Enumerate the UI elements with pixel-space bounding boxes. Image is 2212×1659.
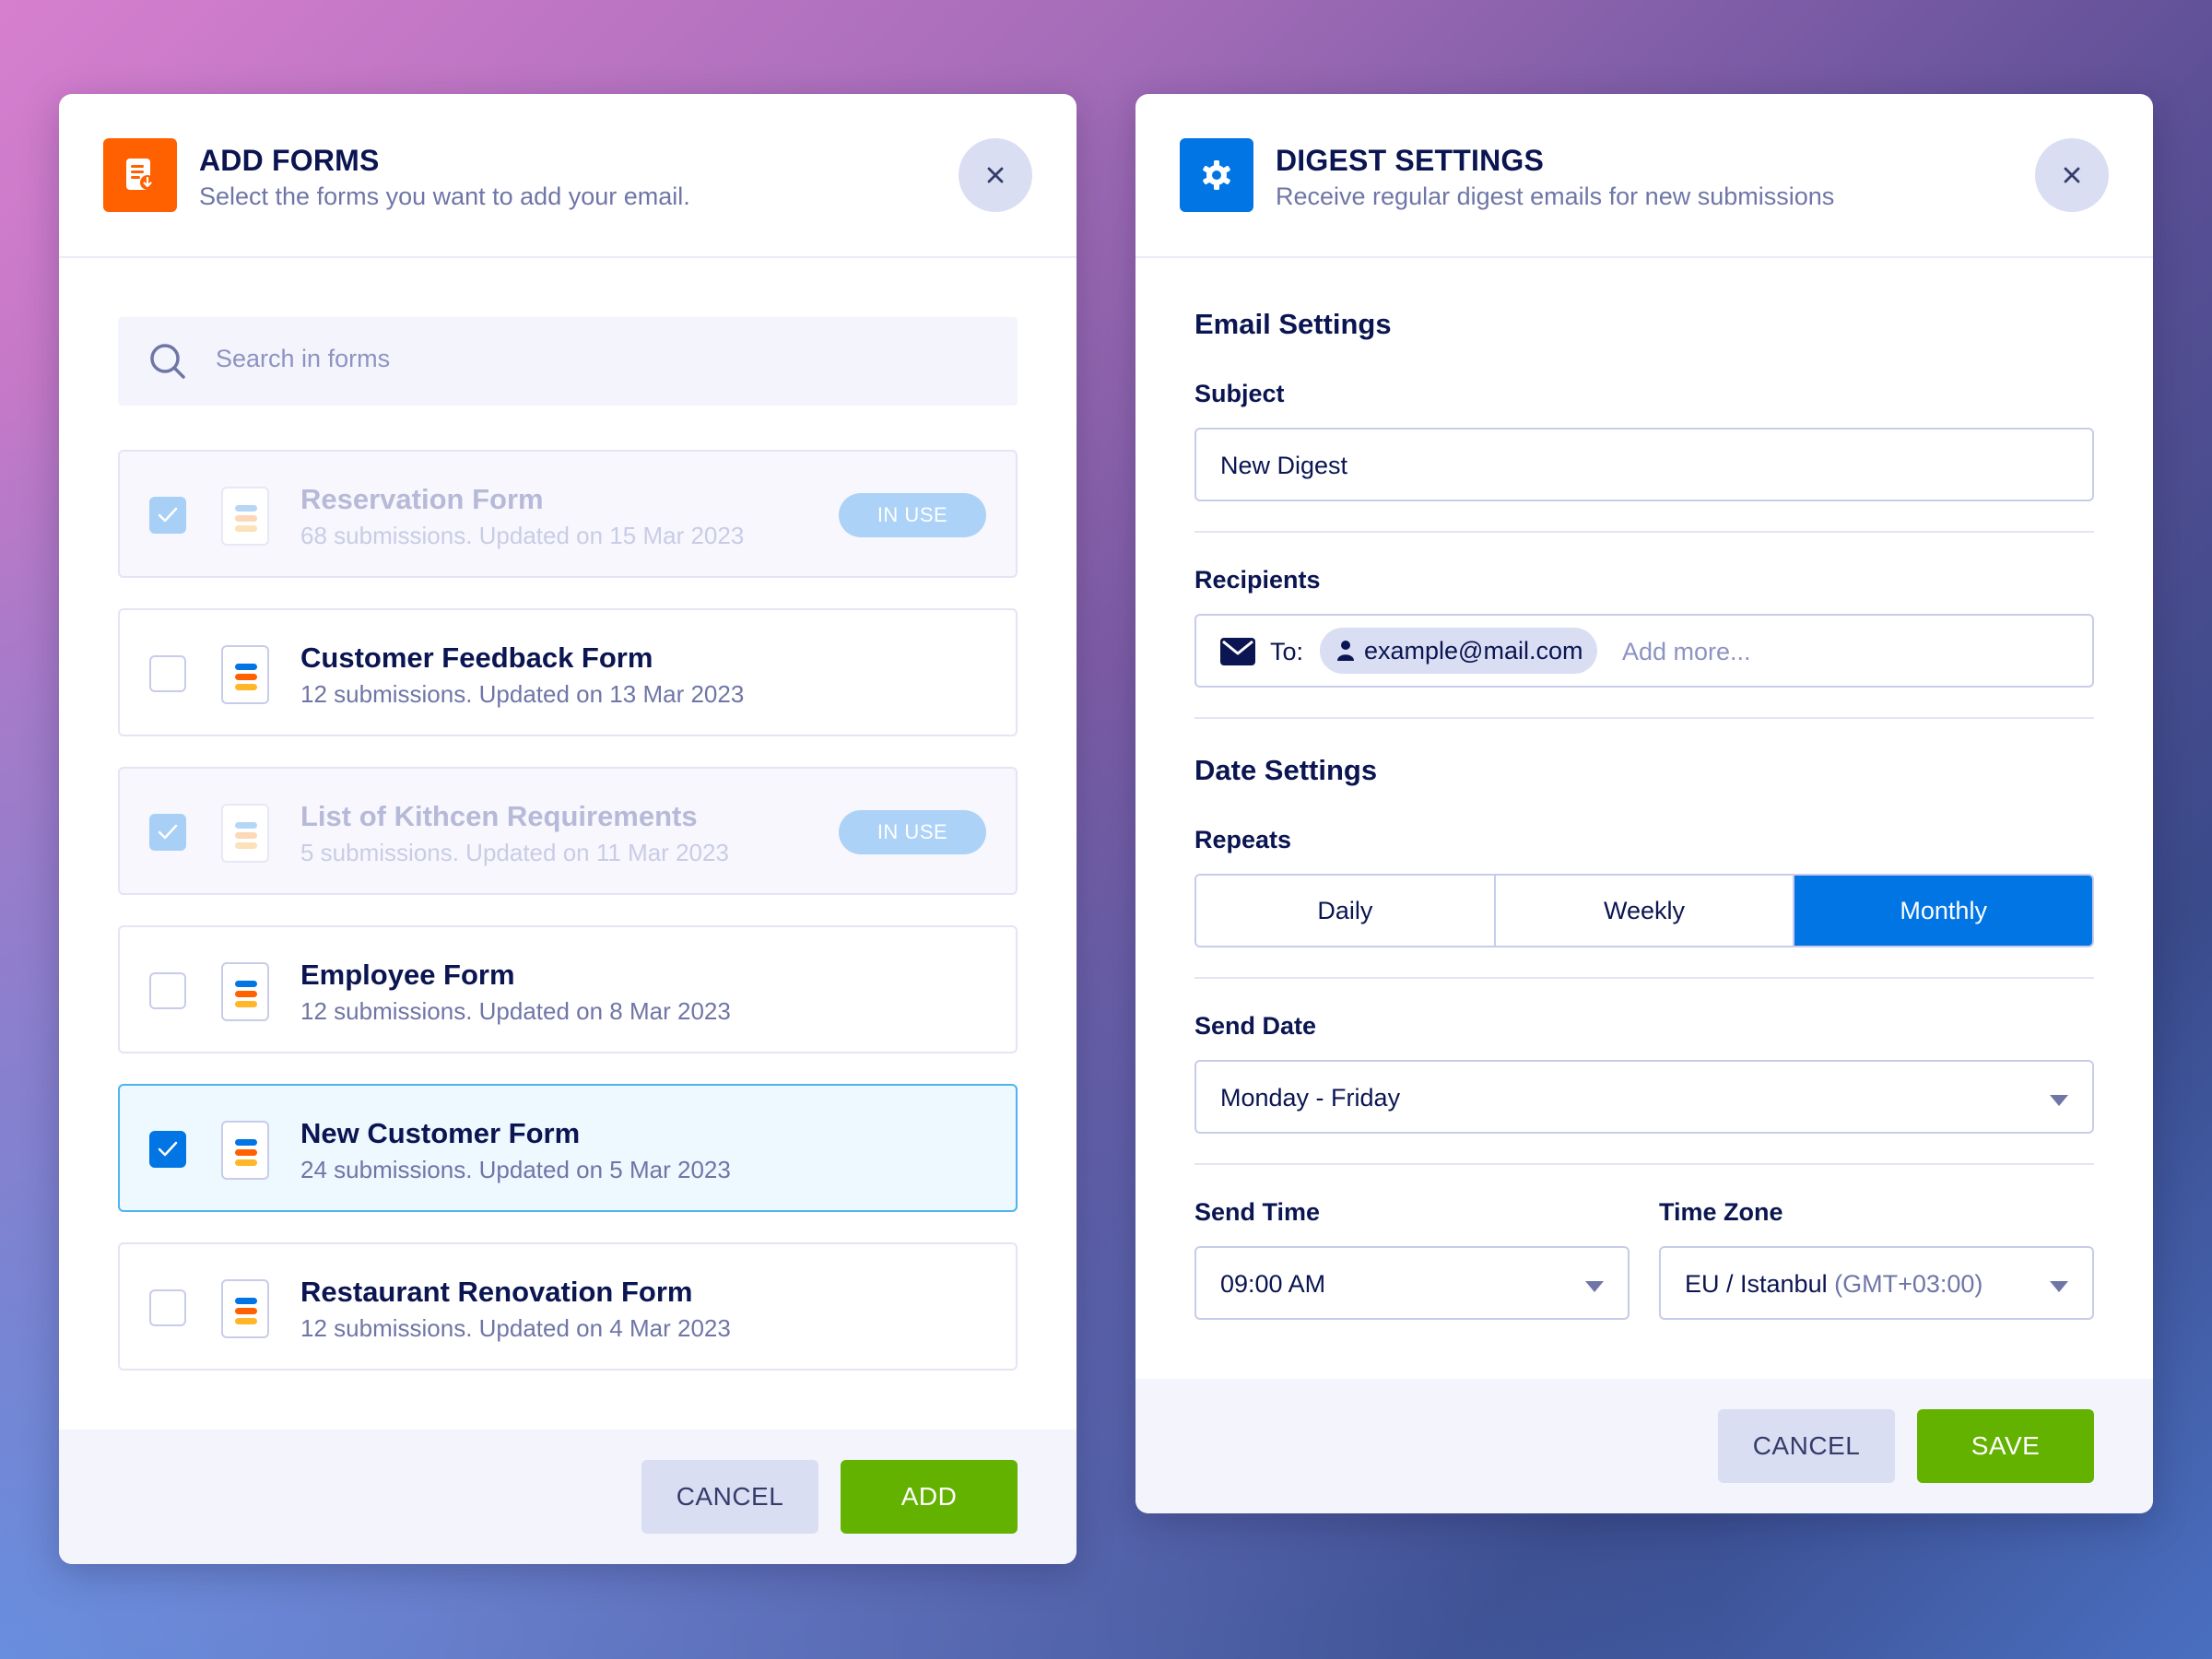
subject-value: New Digest — [1220, 452, 1348, 479]
search-bar[interactable] — [118, 317, 1018, 406]
time-zone-offset: (GMT+03:00) — [1834, 1270, 1983, 1298]
form-name: Reservation Form — [300, 483, 544, 515]
form-meta: 12 submissions. Updated on 8 Mar 2023 — [300, 997, 731, 1025]
form-name: List of Kithcen Requirements — [300, 800, 698, 832]
add-recipient-input[interactable] — [1622, 638, 2065, 666]
chevron-down-icon — [2050, 1095, 2068, 1106]
chevron-down-icon — [1585, 1281, 1604, 1292]
form-name: Restaurant Renovation Form — [300, 1276, 693, 1308]
recipients-label: Recipients — [1194, 566, 1321, 594]
form-icon — [221, 487, 269, 546]
checkbox — [149, 814, 186, 851]
modal-subtitle: Receive regular digest emails for new su… — [1276, 182, 1835, 210]
send-time-dropdown[interactable]: 09:00 AM — [1194, 1246, 1630, 1320]
close-icon — [2064, 167, 2080, 183]
send-date-label: Send Date — [1194, 1012, 1317, 1040]
checkbox[interactable] — [149, 1289, 186, 1326]
chevron-down-icon — [2050, 1281, 2068, 1292]
in-use-badge: IN USE — [839, 493, 986, 537]
gear-icon — [1180, 138, 1253, 212]
time-zone-value: EU / Istanbul (GMT+03:00) — [1685, 1270, 1983, 1299]
modal-subtitle: Select the forms you want to add your em… — [199, 182, 690, 210]
checkbox[interactable] — [149, 1131, 186, 1168]
modal-header: ADD FORMS Select the forms you want to a… — [59, 94, 1077, 258]
user-icon — [1337, 641, 1354, 661]
divider — [1194, 977, 2094, 979]
to-label: To: — [1270, 638, 1304, 665]
add-forms-modal: ADD FORMS Select the forms you want to a… — [59, 94, 1077, 1564]
send-date-value: Monday - Friday — [1220, 1084, 1401, 1112]
send-date-dropdown[interactable]: Monday - Friday — [1194, 1060, 2094, 1134]
close-button[interactable] — [2035, 138, 2109, 212]
form-list-item[interactable]: Employee Form 12 submissions. Updated on … — [118, 925, 1018, 1053]
modal-title: DIGEST SETTINGS — [1276, 144, 1545, 177]
in-use-badge: IN USE — [839, 810, 986, 854]
divider — [1194, 717, 2094, 719]
form-list-item[interactable]: Restaurant Renovation Form 12 submissions… — [118, 1242, 1018, 1371]
email-settings-heading: Email Settings — [1194, 308, 1392, 340]
close-button[interactable] — [959, 138, 1032, 212]
form-meta: 12 submissions. Updated on 4 Mar 2023 — [300, 1314, 731, 1342]
add-button[interactable]: ADD — [841, 1460, 1018, 1534]
form-icon — [221, 1121, 269, 1180]
form-list-item[interactable]: Customer Feedback Form 12 submissions. Up… — [118, 608, 1018, 736]
form-name: New Customer Form — [300, 1117, 581, 1149]
close-icon — [987, 167, 1004, 183]
form-import-icon — [103, 138, 177, 212]
form-list-item: Reservation Form 68 submissions. Updated … — [118, 450, 1018, 578]
form-list-item[interactable]: New Customer Form 24 submissions. Updated… — [118, 1084, 1018, 1212]
form-icon — [221, 1279, 269, 1338]
form-name: Customer Feedback Form — [300, 641, 653, 674]
envelope-icon — [1220, 638, 1255, 665]
check-icon — [158, 824, 178, 840]
repeat-option-monthly[interactable]: Monthly — [1794, 876, 2092, 946]
check-icon — [158, 1141, 178, 1157]
date-settings-heading: Date Settings — [1194, 754, 1378, 786]
cancel-button[interactable]: CANCEL — [1718, 1409, 1895, 1483]
recipient-chip[interactable]: example@mail.com — [1320, 628, 1598, 674]
send-time-label: Send Time — [1194, 1198, 1321, 1226]
repeat-selector: Daily Weekly Monthly — [1194, 874, 2094, 947]
divider — [1194, 1163, 2094, 1165]
modal-title: ADD FORMS — [199, 144, 380, 177]
checkbox[interactable] — [149, 655, 186, 692]
modal-header: DIGEST SETTINGS Receive regular digest e… — [1135, 94, 2153, 258]
form-icon — [221, 645, 269, 704]
form-meta: 5 submissions. Updated on 11 Mar 2023 — [300, 839, 729, 866]
check-icon — [158, 507, 178, 523]
modal-footer: CANCEL SAVE — [1135, 1379, 2153, 1513]
form-icon — [221, 804, 269, 863]
divider — [1194, 531, 2094, 533]
subject-input[interactable]: New Digest — [1194, 428, 2094, 501]
modal-footer: CANCEL ADD — [59, 1430, 1077, 1564]
digest-settings-modal: DIGEST SETTINGS Receive regular digest e… — [1135, 94, 2153, 1513]
search-input[interactable] — [216, 345, 953, 373]
form-name: Employee Form — [300, 959, 515, 991]
search-icon — [150, 344, 185, 379]
time-zone-label: Time Zone — [1659, 1198, 1783, 1226]
checkbox[interactable] — [149, 972, 186, 1009]
form-meta: 24 submissions. Updated on 5 Mar 2023 — [300, 1156, 731, 1183]
time-zone-name: EU / Istanbul — [1685, 1270, 1828, 1298]
recipients-input[interactable]: To: example@mail.com — [1194, 614, 2094, 688]
recipient-email: example@mail.com — [1364, 636, 1583, 665]
send-time-value: 09:00 AM — [1220, 1270, 1326, 1298]
form-meta: 12 submissions. Updated on 13 Mar 2023 — [300, 680, 745, 708]
subject-label: Subject — [1194, 380, 1285, 407]
repeat-option-weekly[interactable]: Weekly — [1495, 876, 1795, 946]
form-meta: 68 submissions. Updated on 15 Mar 2023 — [300, 522, 745, 549]
save-button[interactable]: SAVE — [1917, 1409, 2094, 1483]
checkbox — [149, 497, 186, 534]
form-icon — [221, 962, 269, 1021]
time-zone-dropdown[interactable]: EU / Istanbul (GMT+03:00) — [1659, 1246, 2094, 1320]
repeats-label: Repeats — [1194, 826, 1292, 853]
repeat-option-daily[interactable]: Daily — [1196, 876, 1496, 946]
cancel-button[interactable]: CANCEL — [641, 1460, 818, 1534]
form-list-item: List of Kithcen Requirements 5 submission… — [118, 767, 1018, 895]
